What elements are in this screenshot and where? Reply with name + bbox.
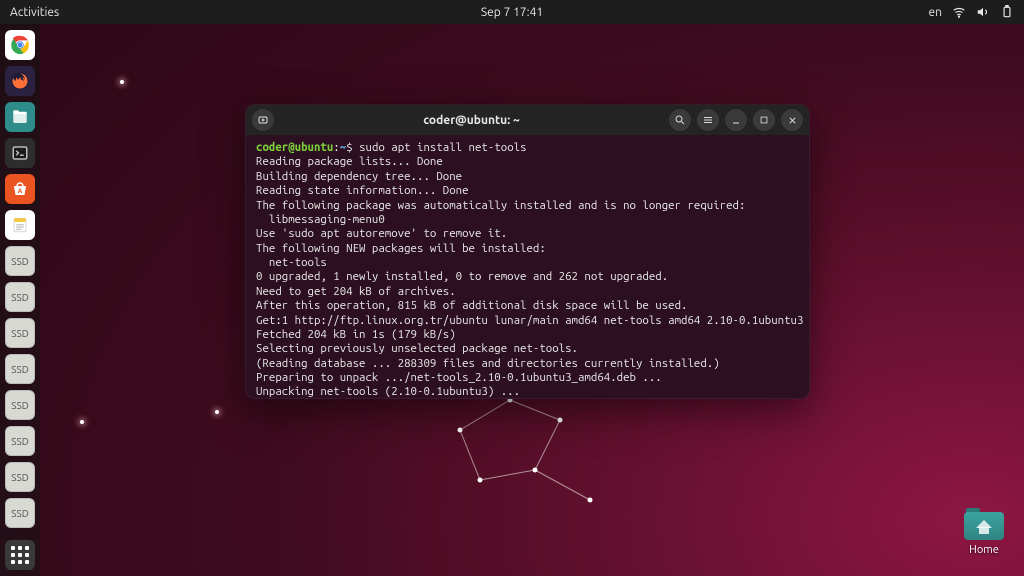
wallpaper-star bbox=[80, 420, 84, 424]
dock-drive-6[interactable]: SSD bbox=[5, 426, 35, 456]
terminal-window[interactable]: coder@ubuntu: ~ coder@ubuntu:~$ sudo apt… bbox=[245, 104, 810, 399]
top-bar: Activities Sep 7 17:41 en bbox=[0, 0, 1024, 24]
wifi-icon bbox=[952, 5, 966, 19]
status-area[interactable]: en bbox=[929, 5, 1014, 19]
dock-drive-7[interactable]: SSD bbox=[5, 462, 35, 492]
search-button[interactable] bbox=[669, 109, 691, 131]
dock-drive-3[interactable]: SSD bbox=[5, 318, 35, 348]
lang-indicator[interactable]: en bbox=[929, 6, 942, 19]
desktop-home-folder[interactable]: Home bbox=[964, 508, 1004, 556]
terminal-output[interactable]: coder@ubuntu:~$ sudo apt install net-too… bbox=[246, 135, 809, 398]
minimize-button[interactable] bbox=[725, 109, 747, 131]
battery-icon bbox=[1000, 5, 1014, 19]
dock-drive-1[interactable]: SSD bbox=[5, 246, 35, 276]
show-applications-button[interactable] bbox=[5, 540, 35, 570]
volume-icon bbox=[976, 5, 990, 19]
dock-drive-4[interactable]: SSD bbox=[5, 354, 35, 384]
dock-app-firefox[interactable] bbox=[5, 66, 35, 96]
dock-app-software[interactable]: A bbox=[5, 174, 35, 204]
dock-drive-2[interactable]: SSD bbox=[5, 282, 35, 312]
wallpaper-star bbox=[215, 410, 219, 414]
dock-app-files[interactable] bbox=[5, 102, 35, 132]
dock: A SSD SSD SSD SSD SSD SSD SSD SSD bbox=[0, 24, 40, 576]
menu-button[interactable] bbox=[697, 109, 719, 131]
wallpaper-constellation bbox=[440, 390, 640, 520]
dock-app-terminal[interactable] bbox=[5, 138, 35, 168]
window-title: coder@ubuntu: ~ bbox=[280, 114, 663, 127]
folder-icon bbox=[964, 508, 1004, 540]
dock-app-editor[interactable] bbox=[5, 210, 35, 240]
svg-text:A: A bbox=[18, 188, 23, 195]
clock[interactable]: Sep 7 17:41 bbox=[481, 6, 543, 19]
window-titlebar[interactable]: coder@ubuntu: ~ bbox=[246, 105, 809, 135]
dock-drive-8[interactable]: SSD bbox=[5, 498, 35, 528]
wallpaper-star bbox=[120, 80, 124, 84]
maximize-button[interactable] bbox=[753, 109, 775, 131]
activities-button[interactable]: Activities bbox=[10, 6, 59, 19]
dock-app-chrome[interactable] bbox=[5, 30, 35, 60]
close-button[interactable] bbox=[781, 109, 803, 131]
new-tab-button[interactable] bbox=[252, 109, 274, 131]
desktop-home-label: Home bbox=[969, 544, 999, 556]
dock-drive-5[interactable]: SSD bbox=[5, 390, 35, 420]
